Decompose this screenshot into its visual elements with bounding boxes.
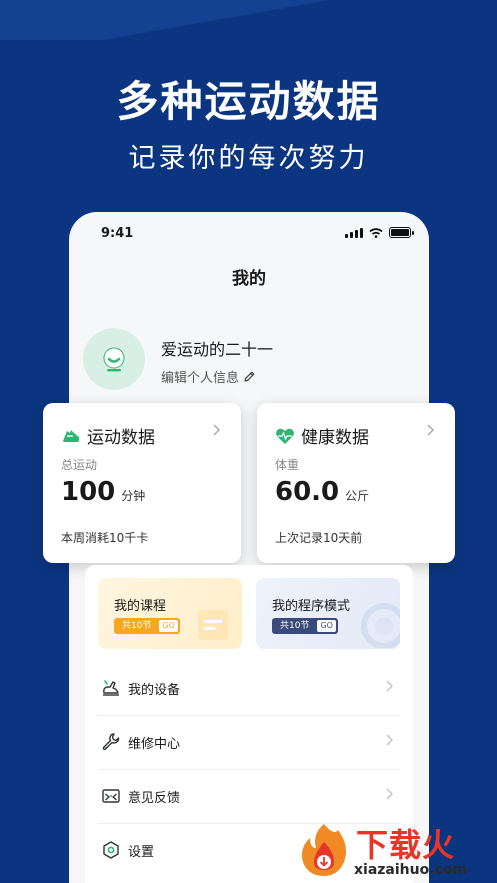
menu-item-label: 维修中心 bbox=[128, 736, 181, 752]
sport-metric-label: 总运动 bbox=[61, 458, 98, 472]
watermark-url: xiazaihuo.com bbox=[354, 862, 468, 878]
health-metric-unit: 公斤 bbox=[345, 489, 370, 503]
sport-metric-value: 100 bbox=[61, 477, 116, 507]
sport-card-title: 运动数据 bbox=[87, 428, 155, 448]
edit-profile-label: 编辑个人信息 bbox=[161, 371, 240, 386]
signal-icon bbox=[345, 228, 363, 238]
menu-item-repair-center[interactable]: 维修中心 bbox=[98, 715, 400, 769]
menu-item-label: 我的设备 bbox=[128, 682, 181, 698]
program-count: 共10节 bbox=[280, 621, 310, 631]
program-decoration-icon bbox=[361, 603, 400, 648]
program-go: GO bbox=[317, 620, 336, 632]
watermark-text: 下载火 bbox=[356, 826, 456, 864]
avatar[interactable] bbox=[83, 328, 145, 390]
pencil-icon bbox=[244, 371, 255, 382]
device-icon bbox=[100, 677, 122, 699]
sport-metric-unit: 分钟 bbox=[121, 489, 146, 503]
chevron-right-icon bbox=[386, 734, 394, 746]
menu-item-my-devices[interactable]: 我的设备 bbox=[98, 661, 400, 715]
health-metric-label: 体重 bbox=[275, 458, 300, 472]
program-mode-title: 我的程序模式 bbox=[272, 599, 351, 614]
settings-icon bbox=[100, 839, 122, 861]
promo-subline: 记录你的每次努力 bbox=[128, 143, 369, 174]
courses-count: 共10节 bbox=[122, 621, 152, 631]
flame-logo-icon bbox=[301, 824, 346, 876]
sport-metric-value-row: 100 分钟 bbox=[61, 477, 145, 507]
health-metric-value-row: 60.0 公斤 bbox=[275, 477, 369, 507]
health-metric-value: 60.0 bbox=[275, 477, 340, 507]
health-card-title: 健康数据 bbox=[301, 428, 369, 448]
heart-pulse-icon bbox=[276, 428, 294, 444]
sport-data-card[interactable]: 运动数据 总运动 100 分钟 本周消耗10千卡 bbox=[43, 403, 241, 563]
menu-item-feedback[interactable]: 意见反馈 bbox=[98, 769, 400, 823]
wrench-icon bbox=[100, 731, 122, 753]
page-title: 我的 bbox=[232, 269, 266, 289]
smile-avatar-icon bbox=[103, 347, 125, 372]
user-nickname: 爱运动的二十一 bbox=[161, 340, 274, 359]
courses-count-pill: 共10节 GO bbox=[114, 618, 180, 634]
sport-card-title-row: 运动数据 bbox=[61, 423, 155, 448]
status-icons bbox=[345, 227, 414, 238]
chevron-right-icon bbox=[427, 424, 435, 436]
program-mode-card[interactable]: 我的程序模式 共10节 GO bbox=[256, 578, 400, 649]
my-courses-title: 我的课程 bbox=[114, 599, 167, 614]
chevron-right-icon bbox=[213, 424, 221, 436]
program-count-pill: 共10节 GO bbox=[272, 618, 338, 634]
background-stripe bbox=[0, 0, 497, 40]
promo-headline: 多种运动数据 bbox=[116, 77, 381, 126]
wifi-icon bbox=[369, 228, 383, 238]
feedback-icon bbox=[100, 785, 122, 807]
my-courses-card[interactable]: 我的课程 共10节 GO bbox=[98, 578, 242, 649]
courses-go: GO bbox=[159, 620, 178, 632]
menu-item-label: 意见反馈 bbox=[128, 790, 181, 806]
health-card-title-row: 健康数据 bbox=[275, 423, 369, 448]
health-card-footer: 上次记录10天前 bbox=[275, 531, 363, 545]
health-data-card[interactable]: 健康数据 体重 60.0 公斤 上次记录10天前 bbox=[257, 403, 455, 563]
edit-profile-link[interactable]: 编辑个人信息 bbox=[161, 367, 256, 386]
status-time: 9:41 bbox=[101, 226, 134, 241]
watermark: 下载火 xiazaihuo.com bbox=[292, 818, 497, 883]
sport-card-footer: 本周消耗10千卡 bbox=[61, 531, 149, 545]
chevron-right-icon bbox=[386, 680, 394, 692]
shoe-icon bbox=[63, 429, 79, 442]
menu-item-label: 设置 bbox=[128, 844, 155, 860]
courses-decoration-icon bbox=[198, 610, 228, 640]
battery-icon bbox=[389, 227, 414, 238]
chevron-right-icon bbox=[386, 788, 394, 800]
